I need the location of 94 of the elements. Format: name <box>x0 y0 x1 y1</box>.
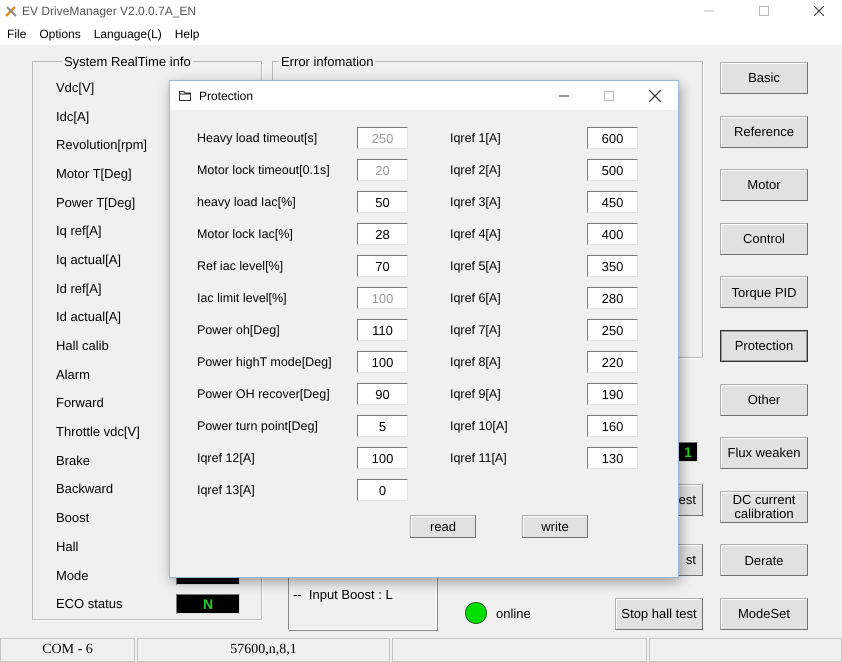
realtime-label: Mode <box>56 568 90 583</box>
input-field[interactable]: 90 <box>357 383 408 405</box>
input-field[interactable]: 220 <box>587 351 638 373</box>
status-display: 1 <box>678 442 698 462</box>
realtime-label: Hall <box>56 538 80 554</box>
field-label: Iqref 9[A] <box>450 387 502 401</box>
realtime-label: Hall calib <box>56 338 110 354</box>
field-label: Iqref 2[A] <box>450 163 502 177</box>
status-cell: COM - 6 <box>0 638 135 662</box>
realtime-label: Boost <box>56 510 90 526</box>
input-field[interactable]: 450 <box>587 191 638 213</box>
realtime-label: Throttle vdc[V] <box>56 424 141 440</box>
field-label: Power highT mode[Deg] <box>197 355 333 369</box>
field-label: Iqref 5[A] <box>450 259 502 273</box>
status-display: N <box>176 594 240 614</box>
realtime-label: Forward <box>56 395 105 410</box>
nav-button[interactable]: ModeSet <box>720 598 808 630</box>
realtime-label: ECO status <box>56 596 124 612</box>
menu-item[interactable]: Language(L) <box>88 26 167 40</box>
realtime-label: Brake <box>56 452 91 468</box>
field-label: heavy load Iac[%] <box>197 195 297 209</box>
dialog-title: Protection <box>199 88 254 102</box>
input-field[interactable]: 100 <box>357 447 408 469</box>
nav-button[interactable]: Derate <box>720 544 808 576</box>
input-field[interactable]: 0 <box>357 479 408 501</box>
status-cell: 57600,n,8,1 <box>137 638 390 662</box>
realtime-label: Alarm <box>56 366 91 382</box>
input-field[interactable]: 50 <box>357 191 408 213</box>
input-field[interactable]: 70 <box>357 255 408 277</box>
input-field[interactable]: 160 <box>587 415 638 437</box>
nav-button[interactable]: Control <box>720 222 808 255</box>
realtime-label: Id actual[A] <box>56 309 122 324</box>
field-label: Power oh[Deg] <box>197 323 281 337</box>
read-button[interactable]: read <box>410 515 476 538</box>
nav-button[interactable]: DC current calibration <box>720 490 808 523</box>
input-field[interactable]: 500 <box>587 159 638 181</box>
nav-button[interactable]: Other <box>720 384 808 416</box>
field-label: Iqref 7[A] <box>450 323 502 337</box>
input-field[interactable]: 100 <box>357 351 408 373</box>
field-label: Iqref 12[A] <box>197 451 256 465</box>
input-field[interactable]: 600 <box>587 127 638 149</box>
field-label: Iac limit level[%] <box>197 291 288 305</box>
nav-button[interactable]: Protection <box>720 330 808 362</box>
nav-button[interactable]: Reference <box>720 116 808 148</box>
panel-title: System RealTime info <box>63 54 192 69</box>
close-icon[interactable] <box>649 90 661 102</box>
write-button[interactable]: write <box>522 515 588 538</box>
input-status-line: -- Input Boost : L <box>293 587 394 602</box>
field-label: Iqref 1[A] <box>450 131 502 145</box>
realtime-label: Power T[Deg] <box>56 194 136 210</box>
realtime-label: Motor T[Deg] <box>56 166 133 181</box>
input-field[interactable]: 130 <box>587 447 638 469</box>
input-field[interactable]: 400 <box>587 223 638 245</box>
realtime-label: Vdc[V] <box>56 80 96 95</box>
input-field[interactable]: 5 <box>357 415 408 437</box>
realtime-label: Id ref[A] <box>56 280 103 296</box>
input-field[interactable]: 190 <box>587 383 638 405</box>
input-field[interactable]: 280 <box>587 287 638 309</box>
realtime-label: Iq ref[A] <box>56 223 103 238</box>
menu-item[interactable]: Options <box>34 26 86 40</box>
field-label: Power turn point[Deg] <box>197 419 319 433</box>
realtime-label: Iq actual[A] <box>56 252 122 267</box>
field-label: Iqref 6[A] <box>450 291 502 305</box>
field-label: Iqref 11[A] <box>450 451 508 465</box>
field-label: Iqref 13[A] <box>197 483 256 497</box>
test-button[interactable]: Stop hall test <box>615 598 703 630</box>
input-field[interactable]: 250 <box>587 319 638 341</box>
field-label: Motor lock timeout[0.1s] <box>197 163 331 177</box>
input-field[interactable]: 28 <box>357 223 408 245</box>
field-label: Iqref 10[A] <box>450 419 509 433</box>
field-label: Ref iac level[%] <box>197 259 284 273</box>
field-label: Iqref 4[A] <box>450 227 502 241</box>
nav-button[interactable]: Basic <box>720 62 808 94</box>
field-label: Power OH recover[Deg] <box>197 387 331 401</box>
field-label: Iqref 8[A] <box>450 355 502 369</box>
nav-button[interactable]: Motor <box>720 169 808 202</box>
menu-item[interactable]: File <box>2 26 32 40</box>
nav-button[interactable]: Flux weaken <box>720 437 808 470</box>
tools-icon <box>4 4 18 18</box>
field-label: Motor lock Iac[%] <box>197 227 294 241</box>
close-icon[interactable] <box>814 6 824 16</box>
status-label: online <box>496 606 531 620</box>
nav-button[interactable]: Torque PID <box>720 276 808 308</box>
input-field[interactable]: 110 <box>357 319 408 341</box>
menu-item[interactable]: Help <box>170 26 204 40</box>
realtime-label: Idc[A] <box>56 108 90 124</box>
input-field[interactable]: 350 <box>587 255 638 277</box>
realtime-label: Backward <box>56 481 114 496</box>
panel-title: Error infomation <box>280 54 374 69</box>
window-icon <box>179 90 191 101</box>
window-title: EV DriveManager V2.0.0.7A_EN <box>22 4 196 18</box>
field-label: Iqref 3[A] <box>450 195 502 209</box>
realtime-label: Revolution[rpm] <box>56 137 148 152</box>
field-label: Heavy load timeout[s] <box>197 131 318 145</box>
